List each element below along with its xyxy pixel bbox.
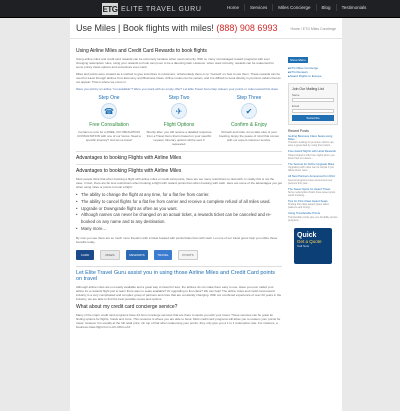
step-desc: Shortly after, you will receive a detail… [146,130,212,146]
nav-services[interactable]: Services [244,4,272,11]
step-one: Step One ☎ Free Consultation Contact us … [76,95,142,146]
quick-quote-banner[interactable]: Quick Get a Quote Call Now [294,227,332,264]
subscribe-button[interactable]: Subscribe [292,114,334,121]
headline-bar: Use Miles | Book flights with miles! (88… [70,18,342,39]
travel-badge-icon: TRAVEL [154,249,172,260]
advantages-note: By now you see there are so much more fr… [76,235,278,244]
partner-badges: CARD MILES REWARDS TRAVEL POINTS [76,249,282,260]
list-item: The ability to cancel flights for a flat… [76,199,282,206]
post-excerpt: Hotel programs offer free nights when yo… [288,153,335,160]
post-excerpt: Finding first class award space takes pa… [288,203,329,210]
list-item: Getting Business Class Seats using Miles… [288,134,338,148]
advantages-paragraph: Most people think that when booking a fl… [76,177,282,189]
main-nav: Home Services Miles Concierge Blog Testi… [222,4,371,11]
post-excerpt: Travelers looking for premium cabins can… [288,141,334,148]
nav-miles-concierge[interactable]: Miles Concierge [272,4,315,11]
advantages-subheading: Advantages to booking Flights with Airli… [76,168,182,174]
step-label: Step One [98,95,120,101]
quick-banner-title: Quick [297,231,317,239]
step-label: Step Two [168,95,190,101]
intro-heading: Using Airline Miles and Credit Card Rewa… [76,48,207,54]
brand-name: ELITE TRAVEL GURU [121,5,202,13]
post-excerpt: Transferable points give you flexibility… [288,215,338,222]
quick-banner-cta: Call Now [297,243,310,248]
step-title[interactable]: Confirm & Enjoy [216,122,282,128]
intro-emphasis: Were you told by an airline "not availab… [76,87,279,91]
phone-number[interactable]: (888) 908 6993 [216,23,277,33]
nav-blog[interactable]: Blog [315,4,336,11]
intro-paragraph-1: Using airline miles and credit card rewa… [76,57,275,69]
cta-paragraph: Although airline miles are not easily av… [76,284,282,301]
advantages-list: The ability to change the flight at any … [76,192,282,233]
list-item: Many more... [76,226,282,233]
intro-paragraph-2: Miles and points were created as a metho… [76,72,281,84]
rewards-badge-icon: REWARDS [126,249,148,260]
nav-home[interactable]: Home [222,4,244,11]
plane-icon: ✈ [171,103,187,119]
step-label: Step Three [236,95,262,101]
breadcrumb[interactable]: Home / ETG Miles Concierge [290,27,336,31]
post-excerpt: Upgrading with miles can be simple if yo… [288,166,334,173]
name-label: Name [292,92,300,97]
top-navbar: ETG ELITE TRAVEL GURU Home Services Mile… [0,0,400,18]
sidebar-link[interactable]: Award Flights to Europe [288,74,338,78]
miles-badge-icon: MILES [100,249,120,260]
list-item: Tips for First Class Award Seats Finding… [288,199,338,210]
steps-row: Step One ☎ Free Consultation Contact us … [76,95,282,146]
nav-testimonials[interactable]: Testimonials [335,4,372,11]
list-item: Using Transferable Points Transferable p… [288,212,338,222]
form-title: Join Our Mailing List [292,86,324,91]
step-desc: Sit back and relax, let us take care of … [219,130,279,142]
points-badge-icon: POINTS [178,249,198,260]
page-title-text: Use Miles | Book flights with miles! [76,23,214,33]
logo-mark-icon: ETG [102,3,118,15]
sidebar: Show Menu ETG Miles Concierge ETG Review… [288,48,338,408]
list-item: The Sweet Spots for Award Travel Some re… [288,187,338,198]
divider [76,164,282,165]
list-item: Although names can never be changed on a… [76,212,282,226]
check-icon: ✔ [241,103,257,119]
mailing-list-form: Join Our Mailing List Name Email Subscri… [288,82,338,125]
divider [76,151,282,152]
divider [76,265,282,267]
step-three: Step Three ✔ Confirm & Enjoy Sit back an… [216,95,282,146]
post-excerpt: Several programs have announced new part… [288,178,333,185]
list-item: Free Award Nights with Hotel Rewards Hot… [288,149,338,160]
name-field[interactable] [292,97,334,102]
step-two: Step Two ✈ Flight Options Shortly after,… [146,95,212,146]
list-item: The ability to change the flight at any … [76,192,282,199]
recent-posts-heading: Recent Posts [288,128,309,133]
step-title[interactable]: Free Consultation [76,122,142,128]
list-item: All New Partners Announced for 2014 Seve… [288,174,338,185]
menu-toggle-button[interactable]: Show Menu [288,57,308,63]
post-title[interactable]: Getting Business Class Seats using Miles [288,134,338,142]
page-container: Use Miles | Book flights with miles! (88… [70,18,342,411]
email-label: Email [292,103,299,108]
service-paragraph: Many of the major credit card programs h… [76,312,281,329]
step-desc: Contact us now for a FREE, NO OBLIGATION… [77,130,141,142]
list-item: Upgrade or Downgrade flight as often as … [76,206,282,213]
sidebar-links: ETG Miles Concierge ETG Reviews Award Fl… [288,66,338,79]
page-title: Use Miles | Book flights with miles! (88… [76,23,277,33]
advantages-heading: Advantages to booking Flights with Airli… [76,155,182,161]
post-excerpt: Some redemption charts have sweet spots … [288,191,336,198]
list-item: The Secrets for Airline Upgrade Miles Up… [288,162,338,173]
card-badge-icon: CARD [76,249,94,260]
phone-icon: ☎ [101,103,117,119]
brand-logo[interactable]: ETG ELITE TRAVEL GURU [102,2,201,16]
cta-heading: Let Elite Travel Guru assist you in usin… [76,269,276,282]
step-title[interactable]: Flight Options [146,122,212,128]
email-field[interactable] [292,108,334,113]
service-heading: What about my credit card concierge serv… [76,303,178,310]
main-content: Using Airline Miles and Credit Card Rewa… [76,48,282,408]
